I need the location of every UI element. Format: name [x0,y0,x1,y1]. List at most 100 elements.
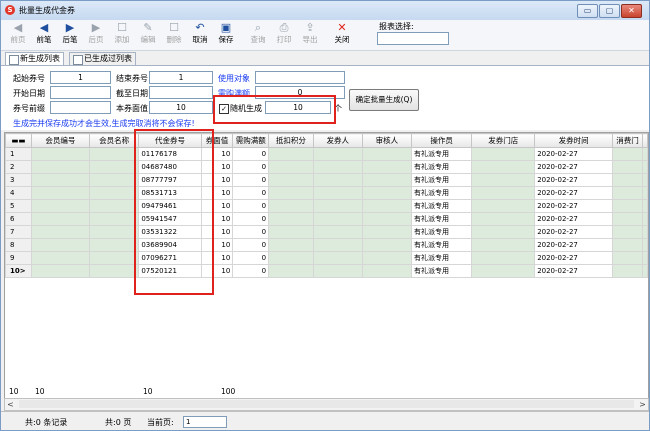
consume-store-cell[interactable] [612,160,643,174]
deduct-points-cell[interactable] [268,147,314,161]
deduct-points-cell[interactable] [268,186,314,200]
issuer-cell[interactable] [312,212,363,226]
consume-store-cell[interactable] [612,264,643,278]
issuer-cell[interactable] [312,238,363,252]
member-no-cell[interactable] [30,251,90,265]
random-checkbox[interactable]: ✓ [219,104,229,114]
min-purchase-cell[interactable]: 0 [232,251,270,265]
coupon-no-cell[interactable]: 07096271 [138,251,202,265]
member-name-cell[interactable] [88,264,140,278]
deduct-points-cell[interactable] [268,251,314,265]
consume-store-cell[interactable] [612,199,643,213]
issue-time-cell[interactable]: 2020-02-27 [534,199,614,213]
issue-time-cell[interactable]: 2020-02-27 [534,238,614,252]
end-no-input[interactable]: 1 [149,71,213,84]
close-window-button[interactable]: ✕ [621,4,642,18]
consume-store-cell[interactable] [612,225,643,239]
tab-generated-list[interactable]: 已生成过列表 [69,52,136,65]
member-name-cell[interactable] [88,147,140,161]
member-no-cell[interactable] [30,199,90,213]
coupon-no-cell[interactable]: 09479461 [138,199,202,213]
min-purchase-cell[interactable]: 0 [232,173,270,187]
member-no-cell[interactable] [30,264,90,278]
issue-time-cell[interactable]: 2020-02-27 [534,160,614,174]
column-header[interactable]: 发券时间 [534,133,614,148]
operator-cell[interactable]: 有礼派专用 [410,160,473,174]
issue-time-cell[interactable]: 2020-02-27 [534,225,614,239]
tab-new-list[interactable]: 新生成列表 [5,52,64,65]
member-name-cell[interactable] [88,186,140,200]
table-row[interactable]: 7 03531322 10 0 有礼派专用 2020-02-27 [5,225,648,239]
face-value-cell[interactable]: 10 [200,160,234,174]
table-row[interactable]: 3 08777797 10 0 有礼派专用 2020-02-27 [5,173,648,187]
issue-time-cell[interactable]: 2020-02-27 [534,264,614,278]
deduct-points-cell[interactable] [268,264,314,278]
issuer-cell[interactable] [312,251,363,265]
operator-cell[interactable]: 有礼派专用 [410,173,473,187]
deduct-points-cell[interactable] [268,238,314,252]
table-row[interactable]: 6 05941547 10 0 有礼派专用 2020-02-27 [5,212,648,226]
reviewer-cell[interactable] [361,173,412,187]
deduct-points-cell[interactable] [268,199,314,213]
issue-time-cell[interactable]: 2020-02-27 [534,251,614,265]
member-no-cell[interactable] [30,186,90,200]
coupon-no-cell[interactable]: 08777797 [138,173,202,187]
use-target-input[interactable] [255,71,345,84]
face-value-cell[interactable]: 10 [200,251,234,265]
face-value-cell[interactable]: 10 [200,212,234,226]
horizontal-scrollbar[interactable]: < > [4,398,649,411]
issue-store-cell[interactable] [471,225,536,239]
deduct-points-cell[interactable] [268,225,314,239]
minimize-button[interactable]: ▭ [577,4,598,18]
issue-store-cell[interactable] [471,212,536,226]
table-row[interactable]: 1 01176178 10 0 有礼派专用 2020-02-27 [5,147,648,161]
operator-cell[interactable]: 有礼派专用 [410,199,473,213]
coupon-no-cell[interactable]: 01176178 [138,147,202,161]
issuer-cell[interactable] [312,173,363,187]
coupon-no-cell[interactable]: 03689904 [138,238,202,252]
column-header[interactable]: 会员名称 [88,133,140,148]
member-no-cell[interactable] [30,225,90,239]
face-value-cell[interactable]: 10 [200,238,234,252]
reviewer-cell[interactable] [361,212,412,226]
print-button[interactable]: ⎙ 打印 [271,21,297,49]
face-value-cell[interactable]: 10 [200,147,234,161]
operator-cell[interactable]: 有礼派专用 [410,264,473,278]
reviewer-cell[interactable] [361,251,412,265]
prev-record-button[interactable]: ◀ 前笔 [31,21,57,49]
issuer-cell[interactable] [312,264,363,278]
issuer-cell[interactable] [312,147,363,161]
issue-store-cell[interactable] [471,238,536,252]
deduct-points-cell[interactable] [268,173,314,187]
face-value-cell[interactable]: 10 [200,186,234,200]
min-purchase-cell[interactable]: 0 [232,160,270,174]
min-purchase-cell[interactable]: 0 [232,264,270,278]
column-header[interactable]: 发券门店 [471,133,536,148]
save-button[interactable]: ▣ 保存 [213,21,239,49]
use-target-label[interactable]: 使用对象 [218,73,250,84]
consume-store-cell[interactable] [612,173,643,187]
next-page-button[interactable]: ▶ 后页 [83,21,109,49]
issue-time-cell[interactable]: 2020-02-27 [534,147,614,161]
member-no-cell[interactable] [30,212,90,226]
next-record-button[interactable]: ▶ 后笔 [57,21,83,49]
issuer-cell[interactable] [312,225,363,239]
member-no-cell[interactable] [30,173,90,187]
start-no-input[interactable]: 1 [50,71,111,84]
min-purchase-cell[interactable]: 0 [232,212,270,226]
add-button[interactable]: ☐ 添加 [109,21,135,49]
table-row[interactable]: 10> 07520121 10 0 有礼派专用 2020-02-27 [5,264,648,278]
min-purchase-cell[interactable]: 0 [232,186,270,200]
coupon-no-cell[interactable]: 05941547 [138,212,202,226]
issue-store-cell[interactable] [471,160,536,174]
column-header[interactable]: 代金券号 [138,133,202,148]
table-row[interactable]: 5 09479461 10 0 有礼派专用 2020-02-27 [5,199,648,213]
reviewer-cell[interactable] [361,160,412,174]
scroll-left-icon[interactable]: < [5,399,16,410]
table-row[interactable]: 4 08531713 10 0 有礼派专用 2020-02-27 [5,186,648,200]
operator-cell[interactable]: 有礼派专用 [410,147,473,161]
reviewer-cell[interactable] [361,147,412,161]
consume-store-cell[interactable] [612,186,643,200]
issue-store-cell[interactable] [471,186,536,200]
column-header[interactable]: 券面值 [200,133,234,148]
